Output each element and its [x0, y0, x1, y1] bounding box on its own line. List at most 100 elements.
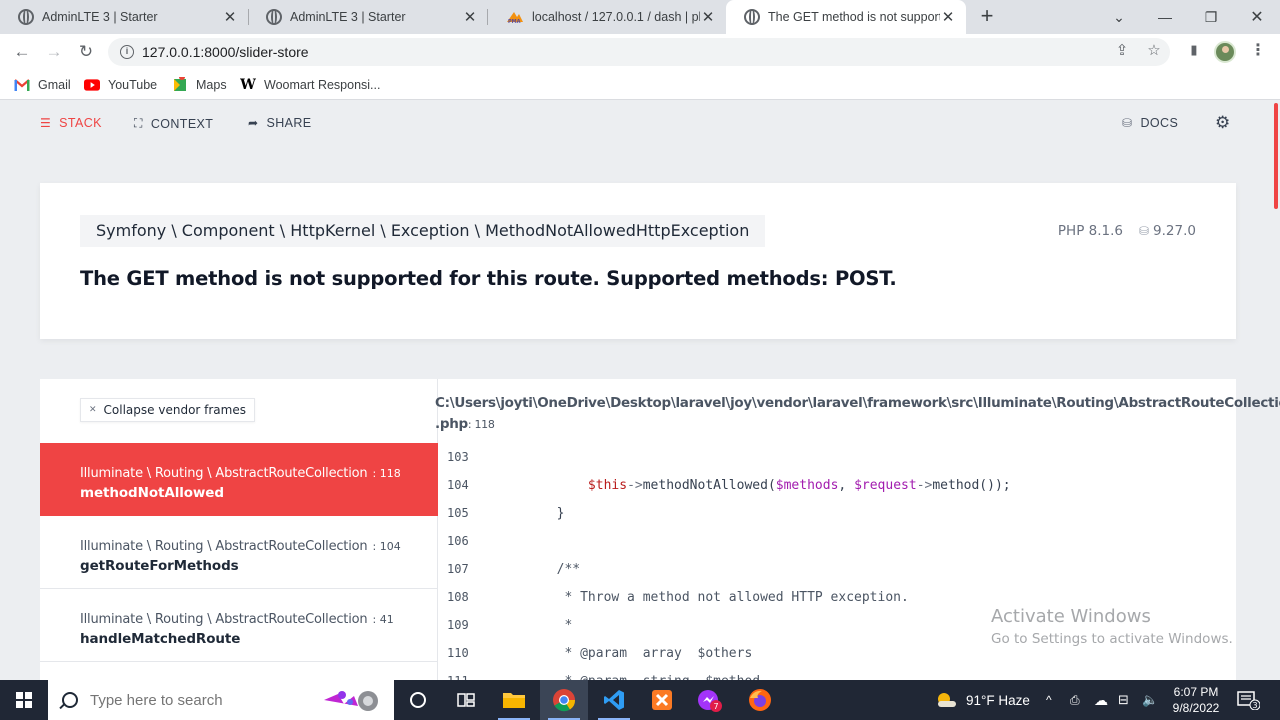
browser-toolbar: ← → ↻ i ⇪ ☆ ▮ ⋮: [0, 34, 1280, 70]
error-page: ☰ STACK ⛶ CONTEXT ➦ SHARE ⛁ DOCS ⚙ Symfo…: [0, 101, 1280, 680]
volume-icon[interactable]: 🔈: [1142, 680, 1158, 720]
nav-stack[interactable]: ☰ STACK: [40, 116, 102, 130]
task-view-cortana-icon[interactable]: [394, 680, 442, 720]
windows-logo-icon: [16, 692, 32, 708]
window-close-button[interactable]: ✕: [1234, 0, 1280, 34]
tab-phpmyadmin[interactable]: PMA localhost / 127.0.0.1 / dash | php ✕: [488, 0, 726, 34]
bookmark-label: Maps: [196, 78, 227, 92]
clock-time: 6:07 PM: [1173, 685, 1219, 699]
restore-button[interactable]: ❐: [1188, 0, 1234, 34]
collapse-label: Collapse vendor frames: [103, 403, 246, 417]
menu-kebab-icon[interactable]: ⋮: [1250, 42, 1266, 62]
tab-search-chevron-icon[interactable]: ⌄: [1096, 0, 1142, 34]
bookmark-maps[interactable]: Maps: [172, 76, 227, 94]
tray-chevron-icon[interactable]: ^: [1046, 680, 1052, 720]
start-button[interactable]: [0, 680, 48, 720]
code-text: /**: [494, 561, 581, 577]
chrome-icon[interactable]: [540, 680, 588, 720]
taskbar-search[interactable]: [48, 680, 394, 720]
exception-card: Symfony \ Component \ HttpKernel \ Excep…: [40, 183, 1236, 339]
nav-context-label: CONTEXT: [150, 116, 214, 131]
bookmark-woomart[interactable]: W Woomart Responsi...: [240, 76, 380, 94]
close-icon[interactable]: ✕: [700, 8, 716, 26]
forward-button[interactable]: →: [42, 40, 66, 64]
frame-class: Illuminate \ Routing \ AbstractRouteColl…: [80, 612, 368, 627]
close-icon[interactable]: ✕: [462, 8, 478, 26]
tab-adminlte-1[interactable]: AdminLTE 3 | Starter ✕: [0, 0, 248, 34]
globe-icon: [266, 9, 282, 25]
file-path[interactable]: C:\Users\joyti\OneDrive\Desktop\laravel\…: [435, 393, 1280, 435]
line-number: 108: [447, 590, 469, 604]
gmail-icon: [14, 78, 30, 92]
bookmark-star-icon[interactable]: ☆: [1144, 40, 1164, 60]
stack-frame-selected[interactable]: Illuminate \ Routing \ AbstractRouteColl…: [40, 443, 438, 516]
code-line: 106: [438, 527, 1236, 555]
nav-docs[interactable]: ⛁ DOCS: [1122, 116, 1178, 130]
bookmark-youtube[interactable]: YouTube: [84, 76, 157, 94]
close-icon[interactable]: ✕: [940, 8, 956, 26]
line-number: 109: [447, 618, 469, 632]
svg-text:PMA: PMA: [508, 19, 521, 24]
minimize-button[interactable]: —: [1142, 0, 1188, 34]
close-icon[interactable]: ✕: [222, 8, 238, 26]
file-explorer-icon[interactable]: [490, 680, 538, 720]
watermark-title: Activate Windows: [991, 606, 1151, 627]
clock-date: 9/8/2022: [1172, 701, 1220, 715]
bookmarks-bar: Gmail YouTube Maps W Woomart Responsi...: [0, 70, 1280, 100]
new-tab-button[interactable]: +: [976, 5, 998, 28]
laravel-docs-icon: ⛁: [1122, 116, 1133, 130]
nav-context[interactable]: ⛶ CONTEXT: [134, 116, 213, 131]
nav-share-label: SHARE: [266, 116, 312, 130]
notification-center-icon[interactable]: 3: [1236, 690, 1261, 711]
line-number: 107: [447, 562, 469, 576]
task-view-icon[interactable]: [442, 680, 490, 720]
activate-windows-watermark: Activate Windows Go to Settings to activ…: [991, 606, 1233, 647]
messenger-icon[interactable]: 7: [686, 680, 734, 720]
stack-frame[interactable]: Illuminate \ Routing \ AbstractRouteColl…: [40, 589, 438, 662]
taskbar-search-input[interactable]: [90, 691, 310, 709]
collapse-vendor-frames-button[interactable]: ✕ Collapse vendor frames: [80, 398, 255, 422]
side-panel-icon[interactable]: ▮: [1184, 40, 1204, 60]
vscode-icon[interactable]: [590, 680, 638, 720]
share-page-icon[interactable]: ⇪: [1112, 40, 1132, 60]
frame-class: Illuminate \ Routing \ AbstractRouteColl…: [80, 539, 368, 554]
code-text: * Throw a method not allowed HTTP except…: [494, 589, 909, 605]
tab-title: The GET method is not supported: [768, 10, 940, 24]
onedrive-cloud-icon[interactable]: ☁: [1094, 680, 1108, 720]
bookmark-gmail[interactable]: Gmail: [14, 76, 71, 94]
profile-avatar[interactable]: [1214, 41, 1236, 63]
code-text: }: [494, 505, 565, 521]
code-line: 103: [438, 443, 1236, 471]
reload-button[interactable]: ↻: [74, 40, 98, 64]
xampp-icon[interactable]: [638, 680, 686, 720]
site-info-icon[interactable]: i: [120, 45, 134, 59]
taskbar-clock[interactable]: 6:07 PM 9/8/2022: [1166, 684, 1226, 716]
stack-list-icon: ☰: [40, 116, 52, 130]
frame-method: methodNotAllowed: [80, 485, 224, 501]
tab-adminlte-2[interactable]: AdminLTE 3 | Starter ✕: [248, 0, 488, 34]
url-input[interactable]: [142, 44, 1042, 60]
search-icon: [62, 692, 78, 708]
tray-meet-icon[interactable]: ⎙: [1070, 680, 1080, 720]
frame-line: : 41: [372, 613, 394, 626]
browser-tab-strip: AdminLTE 3 | Starter ✕ AdminLTE 3 | Star…: [0, 0, 1280, 34]
network-icon[interactable]: ⊟: [1118, 680, 1129, 720]
share-arrow-icon: ➦: [248, 116, 259, 130]
weather-widget[interactable]: 91°F Haze: [934, 680, 1030, 720]
tab-title: AdminLTE 3 | Starter: [290, 10, 406, 24]
tab-error-page[interactable]: The GET method is not supported ✕: [726, 0, 966, 34]
globe-icon: [18, 9, 34, 25]
nav-docs-label: DOCS: [1140, 116, 1179, 130]
globe-icon: [744, 9, 760, 25]
weather-haze-icon: [938, 693, 956, 707]
file-path-ext: .php: [435, 416, 468, 432]
firefox-icon[interactable]: [736, 680, 784, 720]
nav-share[interactable]: ➦ SHARE: [248, 116, 312, 130]
page-scrollbar[interactable]: [1272, 101, 1280, 680]
search-highlight-icon: [324, 691, 378, 711]
back-button[interactable]: ←: [10, 40, 34, 64]
scrollbar-thumb[interactable]: [1274, 103, 1278, 209]
address-bar[interactable]: i: [108, 38, 1170, 66]
settings-gear-icon[interactable]: ⚙: [1215, 113, 1231, 133]
stack-frame[interactable]: Illuminate \ Routing \ AbstractRouteColl…: [40, 516, 438, 589]
